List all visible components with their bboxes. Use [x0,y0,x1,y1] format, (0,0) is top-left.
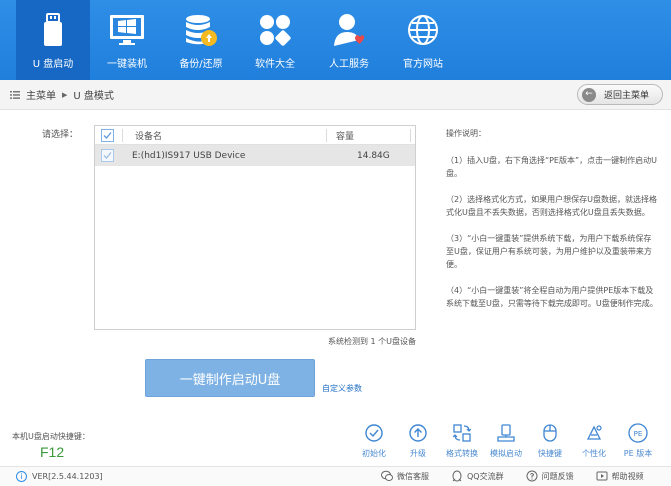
tool-format-convert-button[interactable]: 格式转换 [440,423,484,459]
chevron-right-icon: ▶ [62,90,68,99]
instruction-step: （1）插入U盘，右下角选择“PE版本”，点击一键制作启动U盘。 [446,156,657,178]
check-circle-icon [364,423,384,443]
help-video-link[interactable]: 帮助视频 [596,470,644,482]
back-button-label: 返回主菜单 [604,91,650,101]
toolbar-label: 一键装机 [107,59,147,70]
status-links: 微信客服 QQ交流群 问题反馈 帮助视频 [381,470,666,482]
version-info: i VER[2.5.44.1203] [16,471,103,482]
personalize-icon [584,423,604,443]
link-label: QQ交流群 [467,471,504,481]
qq-icon [451,470,463,482]
breadcrumb: 主菜单 ▶ U 盘模式 ← 返回主菜单 [0,80,671,110]
tool-label: PE 版本 [623,449,653,458]
feedback-link[interactable]: 问题反馈 [526,470,574,482]
toolbar-manual-service[interactable]: 人工服务 [312,0,386,80]
checkmark-icon [103,132,112,139]
convert-icon [452,423,472,443]
toolbar-official-website[interactable]: 官方网站 [386,0,460,80]
tool-label: 升级 [410,449,426,458]
globe-icon [405,12,441,48]
boot-shortcut-key: F12 [40,444,65,460]
instruction-step: （4）“小白一键重装”将全程自动为用户提供PE版本下载及系统下载至U盘，只需等待… [446,286,658,308]
tool-label: 快捷键 [538,449,562,458]
usb-drive-icon [35,12,71,48]
link-label: 帮助视频 [611,471,644,481]
status-bar: i VER[2.5.44.1203] 微信客服 QQ交流群 问题反馈 帮助视频 [0,466,671,486]
column-header-device-name: 设备名 [135,131,163,142]
support-person-icon [331,12,367,48]
toolbar-label: 人工服务 [329,59,369,70]
tool-simulate-boot-button[interactable]: 模拟启动 [484,423,528,459]
tool-bar: 初始化 升级 格式转换 模拟启动 快捷键 个性化 PE PE 版本 [352,423,660,459]
feedback-icon [526,470,538,482]
wechat-icon [381,470,393,482]
column-divider [410,129,411,142]
mouse-icon [540,423,560,443]
tool-personalize-button[interactable]: 个性化 [572,423,616,459]
tool-upgrade-button[interactable]: 升级 [396,423,440,459]
toolbar-usb-boot[interactable]: U 盘启动 [16,0,90,80]
tool-label: 格式转换 [446,449,478,458]
select-all-checkbox[interactable] [101,129,114,142]
custom-params-link[interactable]: 自定义参数 [322,383,362,394]
device-detect-status: 系统检测到 1 个U盘设备 [327,337,416,346]
toolbar-backup-restore[interactable]: 备份/还原 [164,0,238,80]
database-backup-icon [183,12,219,48]
upgrade-arrow-icon [408,423,428,443]
pe-version-icon: PE [628,423,648,443]
wechat-support-link[interactable]: 微信客服 [381,470,429,482]
qq-group-link[interactable]: QQ交流群 [451,470,504,482]
device-checkbox[interactable] [101,149,114,162]
checkmark-icon [103,152,112,159]
column-header-capacity: 容量 [336,131,355,142]
tool-label: 初始化 [362,449,386,458]
info-icon: i [16,471,27,482]
tool-shortcut-key-button[interactable]: 快捷键 [528,423,572,459]
tool-label: 模拟启动 [490,449,522,458]
toolbar-one-click-install[interactable]: 一键装机 [90,0,164,80]
toolbar-software-center[interactable]: 软件大全 [238,0,312,80]
back-to-main-menu-button[interactable]: ← 返回主菜单 [577,84,663,105]
breadcrumb-home[interactable]: 主菜单 [26,87,56,102]
windows-icon [109,12,145,48]
top-toolbar: U 盘启动 一键装机 备份/还原 软件大全 人工服务 官方网站 [0,0,671,80]
tool-pe-version-button[interactable]: PE PE 版本 [616,423,660,459]
column-divider [326,129,327,142]
toolbar-label: U 盘启动 [32,59,74,70]
back-arrow-icon: ← [582,87,596,102]
toolbar-label: 备份/还原 [179,59,223,70]
menu-list-icon [10,90,20,99]
column-divider [122,129,123,142]
link-label: 问题反馈 [541,471,574,481]
boot-shortcut-label: 本机U盘启动快捷键： [12,432,90,441]
instruction-step: （3）“小白一键重装”提供系统下载，为用户下载系统保存至U盘，保证用户有系统可装… [446,234,652,269]
version-text: VER[2.5.44.1203] [32,472,103,481]
device-name: E:(hd1)IS917 USB Device [132,150,246,161]
device-capacity: 14.84G [357,150,390,161]
instruction-step: （2）选择格式化方式，如果用户想保存U盘数据，就选择格式化U盘且不丢失数据，否则… [446,195,657,217]
video-icon [596,470,608,482]
instructions-title: 操作说明： [446,129,486,138]
select-label: 请选择： [42,130,79,140]
apps-grid-icon [257,12,293,48]
simulate-boot-icon [496,423,516,443]
breadcrumb-current: U 盘模式 [73,91,114,102]
toolbar-label: 官方网站 [403,59,443,70]
tool-label: 个性化 [582,449,606,458]
toolbar-label: 软件大全 [255,59,295,70]
table-header: 设备名 容量 [95,126,415,145]
device-table: 设备名 容量 E:(hd1)IS917 USB Device 14.84G [94,125,416,330]
link-label: 微信客服 [397,471,429,481]
tool-initialize-button[interactable]: 初始化 [352,423,396,459]
table-row[interactable]: E:(hd1)IS917 USB Device 14.84G [95,145,415,166]
make-boot-usb-button[interactable]: 一键制作启动U盘 [145,359,315,397]
svg-text:PE: PE [634,430,643,438]
instructions-panel: 操作说明： （1）插入U盘，右下角选择“PE版本”，点击一键制作启动U盘。 （2… [446,127,658,323]
